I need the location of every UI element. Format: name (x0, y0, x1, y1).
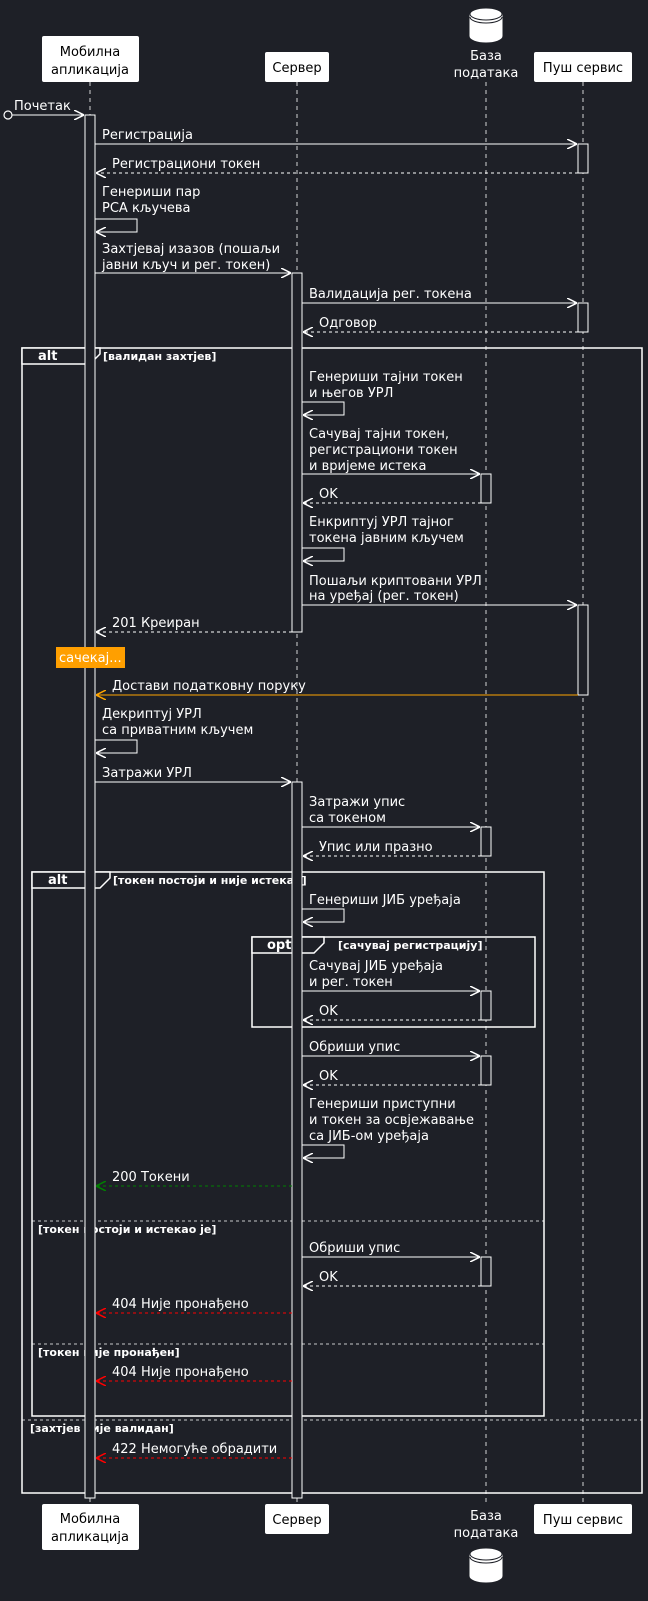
msg-200-tokens: 200 Токени (112, 1170, 190, 1185)
msg-save-secret-2: регистрациони токен (309, 443, 458, 458)
msg-start: Почетак (14, 99, 71, 114)
activation-server-1 (291, 272, 303, 633)
msg-decrypt-url-2: са приватним кључем (102, 723, 253, 738)
arrow-generate-tokens (302, 1144, 345, 1158)
msg-record-or-empty: Упис или празно (319, 840, 433, 855)
opt-keyword: opt (267, 938, 291, 953)
arrow-generate-jib (302, 908, 345, 922)
msg-deliver-data: Достави податковну поруку (112, 679, 306, 694)
arrow-generate-secret (302, 401, 345, 415)
participant-mobile-line1-bottom: Мобилна (60, 1512, 120, 1527)
msg-save-secret-1: Сачувај тајни токен, (309, 427, 449, 442)
participant-db-line2: података (454, 66, 519, 81)
msg-201-created: 201 Креиран (112, 616, 200, 631)
participant-mobile-line2: апликација (51, 63, 129, 78)
msg-registration: Регистрација (102, 128, 193, 143)
msg-send-encrypted-2: на уређај (рег. токен) (309, 589, 459, 604)
msg-ok-4: OK (319, 1270, 338, 1285)
msg-save-jib-1: Сачувај ЈИБ уређаја (309, 959, 443, 974)
activation-db-4 (480, 1055, 492, 1086)
msg-generate-jib: Генериши ЈИБ уређаја (309, 893, 461, 908)
participant-mobile-line2-bottom: апликација (51, 1530, 129, 1545)
participant-server-label-bottom: Сервер (272, 1513, 321, 1528)
msg-registration-token: Регистрациони токен (112, 157, 260, 172)
msg-request-record-1: Затражи упис (309, 795, 405, 810)
outer-alt-guard-2: [захтјев није валидан] (30, 1422, 174, 1435)
participant-push-label-bottom: Пуш сервис (543, 1513, 623, 1528)
msg-generate-tokens-3: са ЈИБ-ом уређаја (309, 1129, 429, 1144)
participants-top: Мобилна апликација Сервер База података … (42, 7, 632, 82)
opt-guard-1: [сачувај регистрацију] (338, 939, 483, 952)
msg-validate-token: Валидација рег. токена (309, 287, 472, 302)
participant-db-line2-bottom: података (454, 1526, 519, 1541)
outer-alt-keyword: alt (38, 349, 57, 364)
arrow-encrypt-url (302, 547, 345, 561)
activation-push-3 (577, 604, 589, 696)
msg-delete-record-1: Обриши упис (309, 1040, 400, 1055)
msg-encrypt-url-2: токена јавним кључем (309, 531, 464, 546)
participant-db-line1-bottom: База (470, 1509, 502, 1524)
start-point (3, 110, 13, 120)
sequence-diagram: alt [валидан захтјев] [захтјев није вали… (3, 7, 643, 1583)
msg-ok-2: OK (319, 1004, 338, 1019)
msg-generate-tokens-1: Генериши приступни (309, 1097, 456, 1112)
note-wait-text: сачекај... (59, 651, 122, 666)
activation-mobile (84, 114, 96, 1499)
participant-mobile-line1: Мобилна (60, 45, 120, 60)
msg-request-url: Затражи УРЛ (102, 766, 192, 781)
activation-db-1 (480, 473, 492, 504)
arrow-generate-rsa (95, 218, 138, 232)
inner-alt-tab (31, 871, 111, 889)
msg-decrypt-url-1: Декриптуј УРЛ (102, 707, 202, 722)
participant-push-label: Пуш сервис (543, 61, 623, 76)
msg-delete-record-2: Обриши упис (309, 1241, 400, 1256)
participant-db-icon-top-bottom (469, 1547, 503, 1561)
inner-alt-guard-3: [токен није пронађен] (38, 1346, 180, 1359)
participant-db-icon-top (469, 7, 503, 21)
msg-save-secret-3: и вријеме истека (309, 459, 426, 474)
activation-push-1 (577, 143, 589, 174)
activation-server-2 (291, 781, 303, 1499)
outer-alt-guard-1: [валидан захтјев] (103, 350, 216, 363)
participant-db-line1: База (470, 49, 502, 64)
msg-request-challenge-2: јавни кључ и рег. токен) (101, 258, 270, 273)
msg-save-jib-2: и рег. токен (309, 975, 393, 990)
msg-request-record-2: са токеном (309, 811, 386, 826)
msg-404-not-found-2: 404 Није пронађено (112, 1365, 249, 1380)
msg-generate-secret-1: Генериши тајни токен (309, 370, 463, 385)
msg-404-not-found-1: 404 Није пронађено (112, 1297, 249, 1312)
activation-push-2 (577, 302, 589, 333)
participants-bottom: Мобилна апликација Сервер База података … (42, 1504, 632, 1583)
msg-send-encrypted-1: Пошаљи криптовани УРЛ (309, 574, 482, 589)
msg-generate-secret-2: и његов УРЛ (309, 386, 393, 401)
inner-alt-keyword: alt (48, 873, 67, 888)
activation-db-3 (480, 990, 492, 1021)
msg-request-challenge-1: Захтјевај изазов (пошаљи (102, 242, 280, 257)
inner-alt-guard-2: [токен постоји и истекао је] (38, 1223, 216, 1236)
msg-generate-rsa-1: Генериши пар (102, 185, 200, 200)
msg-ok-3: OK (319, 1069, 338, 1084)
msg-response: Одговор (319, 316, 377, 331)
msg-encrypt-url-1: Енкриптуј УРЛ тајног (309, 515, 454, 530)
msg-generate-rsa-2: РСА кључева (102, 201, 191, 216)
msg-ok-1: OK (319, 487, 338, 502)
activation-db-2 (480, 826, 492, 857)
activation-db-5 (480, 1256, 492, 1287)
inner-alt-guard-1: [токен постоји и није истекао] (113, 874, 307, 887)
arrow-decrypt-url (95, 739, 138, 753)
msg-422-unprocessable: 422 Немогуће обрадити (112, 1442, 277, 1457)
participant-server-label: Сервер (272, 61, 321, 76)
msg-generate-tokens-2: и токен за освјежавање (309, 1113, 474, 1128)
